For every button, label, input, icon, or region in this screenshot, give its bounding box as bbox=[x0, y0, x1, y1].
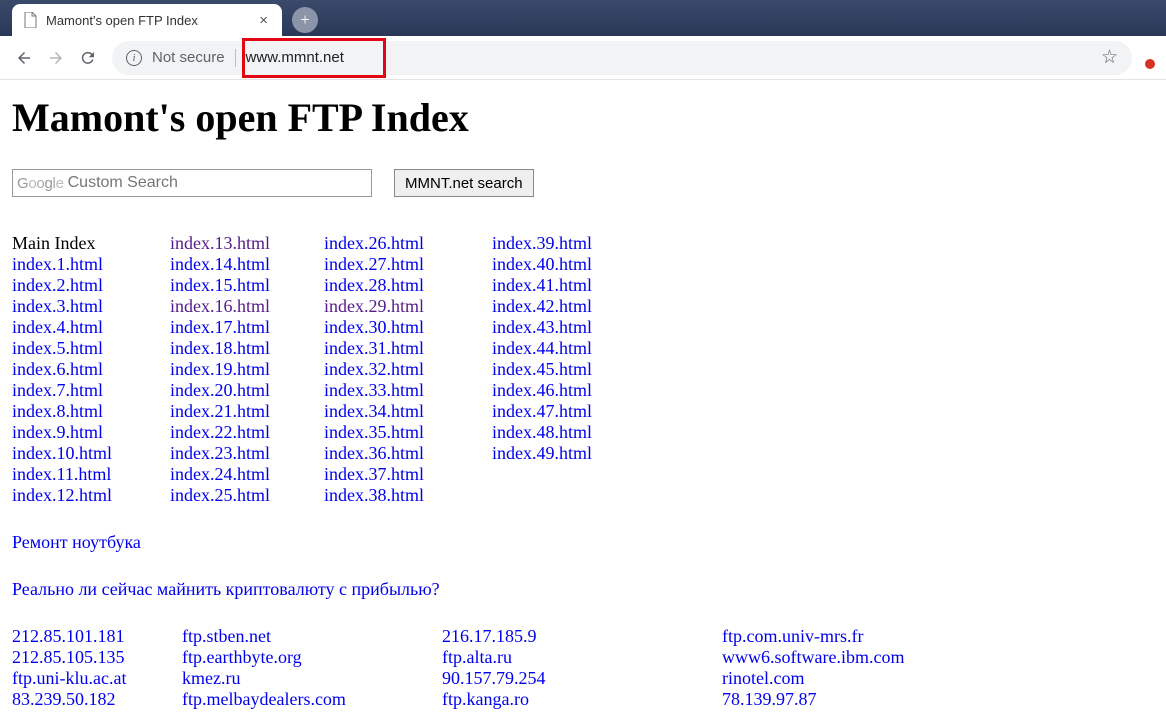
index-link[interactable]: index.17.html bbox=[170, 317, 324, 338]
index-link[interactable]: index.19.html bbox=[170, 359, 324, 380]
index-link[interactable]: index.48.html bbox=[492, 422, 660, 443]
ftp-link[interactable]: ftp.kanga.ro bbox=[442, 689, 722, 710]
index-link[interactable]: index.39.html bbox=[492, 233, 660, 254]
ftp-link[interactable]: ftp.alta.ru bbox=[442, 647, 722, 668]
browser-tab[interactable]: Mamont's open FTP Index × bbox=[12, 4, 282, 36]
index-link[interactable]: index.24.html bbox=[170, 464, 324, 485]
search-box[interactable]: Google bbox=[12, 169, 372, 197]
index-link[interactable]: index.11.html bbox=[12, 464, 170, 485]
index-link[interactable]: index.16.html bbox=[170, 296, 324, 317]
index-link[interactable]: index.13.html bbox=[170, 233, 324, 254]
index-link[interactable]: index.41.html bbox=[492, 275, 660, 296]
new-tab-button[interactable]: + bbox=[292, 7, 318, 33]
index-link[interactable]: index.14.html bbox=[170, 254, 324, 275]
forward-button[interactable] bbox=[40, 42, 72, 74]
ftp-link[interactable]: 83.239.50.182 bbox=[12, 689, 182, 710]
index-link[interactable]: index.23.html bbox=[170, 443, 324, 464]
back-button[interactable] bbox=[8, 42, 40, 74]
search-button[interactable]: MMNT.net search bbox=[394, 169, 534, 197]
ftp-link[interactable]: ftp.earthbyte.org bbox=[182, 647, 442, 668]
index-link[interactable]: index.31.html bbox=[324, 338, 492, 359]
index-link[interactable]: index.21.html bbox=[170, 401, 324, 422]
index-link[interactable]: index.30.html bbox=[324, 317, 492, 338]
ftp-link[interactable]: 212.85.101.181 bbox=[12, 626, 182, 647]
ftp-link[interactable]: ftp.melbaydealers.com bbox=[182, 689, 442, 710]
extension-icon[interactable] bbox=[1138, 53, 1158, 63]
bookmark-star-icon[interactable]: ☆ bbox=[1101, 46, 1118, 69]
index-link[interactable]: index.42.html bbox=[492, 296, 660, 317]
index-link[interactable]: index.1.html bbox=[12, 254, 170, 275]
separator bbox=[235, 49, 236, 67]
ftp-link[interactable]: rinotel.com bbox=[722, 668, 1022, 689]
index-link[interactable]: index.6.html bbox=[12, 359, 170, 380]
close-tab-icon[interactable]: × bbox=[255, 12, 272, 29]
ftp-link[interactable]: ftp.uni-klu.ac.at bbox=[12, 668, 182, 689]
index-link[interactable]: index.3.html bbox=[12, 296, 170, 317]
ftp-link[interactable]: 78.139.97.87 bbox=[722, 689, 1022, 710]
file-icon bbox=[24, 12, 38, 28]
search-row: Google MMNT.net search bbox=[12, 169, 1154, 197]
index-grid: Main Indexindex.1.htmlindex.2.htmlindex.… bbox=[12, 233, 1154, 506]
search-input[interactable] bbox=[68, 174, 371, 192]
index-link[interactable]: index.37.html bbox=[324, 464, 492, 485]
index-link[interactable]: index.35.html bbox=[324, 422, 492, 443]
tab-title: Mamont's open FTP Index bbox=[46, 13, 198, 28]
url-text: www.mmnt.net bbox=[246, 49, 344, 66]
index-link[interactable]: index.38.html bbox=[324, 485, 492, 506]
ftp-link[interactable]: 90.157.79.254 bbox=[442, 668, 722, 689]
index-link[interactable]: index.43.html bbox=[492, 317, 660, 338]
index-link[interactable]: index.25.html bbox=[170, 485, 324, 506]
ftp-link[interactable]: ftp.com.univ-mrs.fr bbox=[722, 626, 1022, 647]
index-link[interactable]: index.40.html bbox=[492, 254, 660, 275]
index-link[interactable]: index.18.html bbox=[170, 338, 324, 359]
index-link[interactable]: index.27.html bbox=[324, 254, 492, 275]
google-logo: Google bbox=[17, 175, 64, 192]
index-link[interactable]: index.29.html bbox=[324, 296, 492, 317]
index-link[interactable]: index.12.html bbox=[12, 485, 170, 506]
address-bar[interactable]: i Not secure www.mmnt.net ☆ bbox=[112, 41, 1132, 75]
ftp-grid: 212.85.101.181212.85.105.135ftp.uni-klu.… bbox=[12, 626, 1154, 710]
index-link[interactable]: index.44.html bbox=[492, 338, 660, 359]
security-status: Not secure bbox=[152, 49, 225, 66]
index-link[interactable]: index.5.html bbox=[12, 338, 170, 359]
index-link[interactable]: index.10.html bbox=[12, 443, 170, 464]
index-link[interactable]: index.20.html bbox=[170, 380, 324, 401]
index-link[interactable]: index.28.html bbox=[324, 275, 492, 296]
index-link[interactable]: index.34.html bbox=[324, 401, 492, 422]
text-link-2[interactable]: Реально ли сейчас майнить криптовалюту с… bbox=[12, 579, 440, 600]
index-link[interactable]: index.49.html bbox=[492, 443, 660, 464]
index-link[interactable]: index.4.html bbox=[12, 317, 170, 338]
index-link[interactable]: index.2.html bbox=[12, 275, 170, 296]
index-main-label: Main Index bbox=[12, 233, 170, 254]
index-link[interactable]: index.47.html bbox=[492, 401, 660, 422]
info-icon[interactable]: i bbox=[126, 50, 142, 66]
index-link[interactable]: index.33.html bbox=[324, 380, 492, 401]
index-link[interactable]: index.8.html bbox=[12, 401, 170, 422]
browser-toolbar: i Not secure www.mmnt.net ☆ bbox=[0, 36, 1166, 80]
index-link[interactable]: index.7.html bbox=[12, 380, 170, 401]
index-link[interactable]: index.46.html bbox=[492, 380, 660, 401]
ftp-link[interactable]: 212.85.105.135 bbox=[12, 647, 182, 668]
ftp-link[interactable]: www6.software.ibm.com bbox=[722, 647, 1022, 668]
ftp-link[interactable]: kmez.ru bbox=[182, 668, 442, 689]
index-link[interactable]: index.36.html bbox=[324, 443, 492, 464]
page-content: Mamont's open FTP Index Google MMNT.net … bbox=[0, 80, 1166, 724]
index-link[interactable]: index.26.html bbox=[324, 233, 492, 254]
index-link[interactable]: index.9.html bbox=[12, 422, 170, 443]
ftp-link[interactable]: ftp.stben.net bbox=[182, 626, 442, 647]
index-link[interactable]: index.15.html bbox=[170, 275, 324, 296]
text-link-1[interactable]: Ремонт ноутбука bbox=[12, 532, 141, 553]
page-heading: Mamont's open FTP Index bbox=[12, 94, 1154, 141]
browser-tabstrip: Mamont's open FTP Index × + bbox=[0, 0, 1166, 36]
reload-button[interactable] bbox=[72, 42, 104, 74]
index-link[interactable]: index.32.html bbox=[324, 359, 492, 380]
index-link[interactable]: index.45.html bbox=[492, 359, 660, 380]
index-link[interactable]: index.22.html bbox=[170, 422, 324, 443]
ftp-link[interactable]: 216.17.185.9 bbox=[442, 626, 722, 647]
